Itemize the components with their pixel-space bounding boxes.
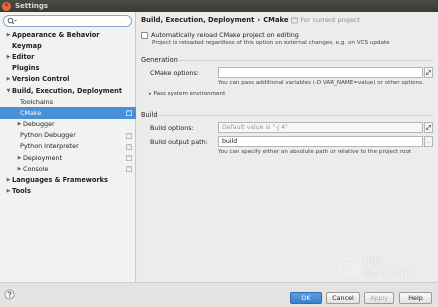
help-icon[interactable]: [4, 289, 15, 300]
sidebar-item-label: Appearance & Behavior: [12, 30, 100, 39]
sidebar-item-cmake[interactable]: CMake: [0, 107, 136, 119]
sidebar-item-label: Debugger: [23, 120, 55, 129]
sidebar-item-label: Deployment: [23, 153, 63, 162]
pass-env-toggle[interactable]: ▸ Pass system environment: [149, 91, 225, 97]
settings-tree: ▶ Appearance & Behavior Keymap ▶ Editor Plugi…: [0, 29, 136, 197]
dialog-button-bar: OK Cancel Apply Help: [0, 282, 438, 307]
cmake-options-field[interactable]: [218, 67, 423, 78]
sidebar-item-version-control[interactable]: ▶ Version Control: [0, 74, 136, 85]
expand-field-button-2[interactable]: [424, 122, 433, 133]
auto-reload-hint: Project is reloaded regardless of this o…: [152, 40, 390, 46]
auto-reload-checkbox[interactable]: [141, 31, 148, 39]
output-path-field[interactable]: build: [218, 136, 423, 147]
browse-folder-button[interactable]: …: [424, 136, 433, 147]
chevron-down-icon[interactable]: ▼: [5, 88, 12, 94]
sidebar-item-debugger[interactable]: ▶ Debugger: [0, 119, 136, 130]
window-titlebar: ✕ Settings: [0, 0, 438, 12]
generation-section-title: Generation: [141, 56, 178, 64]
sidebar-item-plugins[interactable]: Plugins: [0, 63, 136, 74]
build-section-title: Build: [141, 111, 158, 119]
chevron-right-icon[interactable]: ▶: [5, 54, 12, 60]
chevron-right-icon[interactable]: ▶: [5, 32, 12, 38]
sidebar-item-label: Version Control: [12, 75, 70, 84]
project-settings-icon: [126, 155, 132, 161]
cmake-options-label-text: CMake options:: [150, 69, 200, 77]
sidebar-item-build-execution-deployment[interactable]: ▼ Build, Execution, Deployment: [0, 85, 136, 96]
sidebar-item-keymap[interactable]: Keymap: [0, 40, 136, 51]
sidebar-item-label: Keymap: [12, 41, 42, 50]
search-box[interactable]: [3, 15, 132, 27]
project-settings-icon: [126, 110, 132, 117]
sidebar-item-editor[interactable]: ▶ Editor: [0, 51, 136, 62]
sidebar-item-tools[interactable]: ▶ Tools: [0, 186, 136, 197]
project-settings-icon: [126, 133, 132, 139]
cancel-button[interactable]: Cancel: [326, 292, 360, 304]
project-settings-icon: [126, 144, 132, 150]
expand-field-button[interactable]: [424, 67, 433, 78]
breadcrumb: Build, Execution, Deployment › CMake For…: [141, 16, 360, 24]
pass-env-label: Pass system environment: [153, 91, 226, 97]
sidebar-item-label: CMake: [20, 108, 42, 117]
chevron-right-icon[interactable]: ▶: [16, 121, 23, 127]
output-path-label-text: Build output path:: [150, 138, 208, 146]
sidebar-item-deployment[interactable]: ▶ Deployment: [0, 152, 136, 163]
sidebar-item-label: Build, Execution, Deployment: [12, 86, 122, 95]
sidebar-item-label: Languages & Frameworks: [12, 176, 108, 185]
sidebar-item-languages-frameworks[interactable]: ▶ Languages & Frameworks: [0, 174, 136, 185]
apply-button[interactable]: Apply: [364, 292, 394, 304]
build-options-label: Build options:: [150, 124, 194, 132]
breadcrumb-separator: ›: [257, 16, 261, 24]
sidebar-item-label: Python Debugger: [20, 131, 76, 140]
breadcrumb-parent: Build, Execution, Deployment: [141, 16, 255, 24]
sidebar-item-label: Tools: [12, 187, 31, 196]
help-button[interactable]: Help: [399, 292, 432, 304]
ok-button[interactable]: OK: [290, 292, 322, 304]
output-path-label: Build output path:: [150, 138, 208, 146]
sidebar-item-console[interactable]: ▶ Console: [0, 163, 136, 174]
sidebar-item-label: Plugins: [12, 64, 40, 73]
chevron-right-icon[interactable]: ▶: [16, 166, 23, 172]
chevron-right-icon[interactable]: ▶: [16, 155, 23, 161]
breadcrumb-current: CMake: [263, 16, 289, 24]
chevron-right-icon[interactable]: ▶: [5, 177, 12, 183]
chevron-right-icon[interactable]: ▶: [5, 188, 12, 194]
sidebar-item-appearance-behavior[interactable]: ▶ Appearance & Behavior: [0, 29, 136, 40]
sidebar-item-label: Python Interpreter: [20, 142, 79, 151]
auto-reload-row[interactable]: Automatically reload CMake project on ed…: [141, 31, 299, 39]
window-title: Settings: [15, 2, 49, 10]
search-icon: [7, 17, 17, 25]
settings-content: Build, Execution, Deployment › CMake For…: [137, 12, 438, 282]
sidebar-item-python-debugger[interactable]: Python Debugger: [0, 130, 136, 141]
sidebar-item-toolchains[interactable]: Toolchains: [0, 96, 136, 107]
search-input[interactable]: [17, 16, 131, 26]
build-options-field[interactable]: Default value is "-j 4": [218, 122, 423, 133]
sidebar-item-label: Toolchains: [20, 97, 54, 106]
close-icon[interactable]: ✕: [2, 1, 11, 11]
project-scope-note: For current project: [291, 16, 360, 24]
sidebar-item-label: Editor: [12, 52, 35, 61]
project-settings-icon: [126, 166, 132, 173]
cmake-options-hint: You can pass additional variables (-D VA…: [218, 80, 424, 86]
chevron-right-icon[interactable]: ▶: [5, 76, 12, 82]
build-options-label-text: Build options:: [150, 124, 194, 132]
settings-sidebar: ▶ Appearance & Behavior Keymap ▶ Editor Plugi…: [0, 12, 136, 282]
expand-arrow-icon: ▸: [149, 91, 152, 97]
output-path-hint: You can specify either an absolute path …: [218, 149, 412, 155]
cmake-options-label: CMake options:: [150, 69, 199, 77]
auto-reload-label: Automatically reload CMake project on ed…: [151, 31, 299, 39]
generation-divider: [179, 60, 433, 61]
project-scope-text: For current project: [300, 16, 360, 24]
build-divider: [159, 115, 433, 116]
sidebar-item-label: Console: [23, 164, 49, 173]
project-scope-icon: [291, 17, 299, 24]
sidebar-item-python-interpreter[interactable]: Python Interpreter: [0, 141, 136, 152]
